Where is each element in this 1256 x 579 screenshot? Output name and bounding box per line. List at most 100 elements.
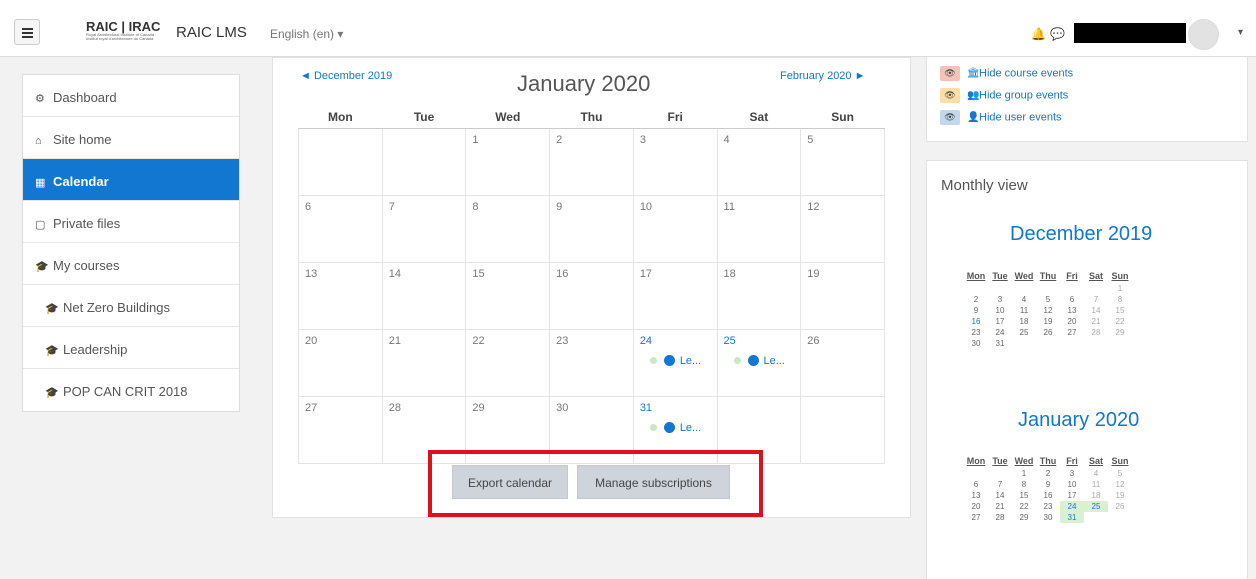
- mini-day-with-event[interactable]: 25: [1084, 501, 1108, 512]
- weekday-header: Sun: [1111, 455, 1129, 466]
- mini-day: 24: [995, 328, 1005, 337]
- mini-day: 17: [995, 317, 1005, 326]
- day-cell[interactable]: 5: [800, 127, 885, 196]
- sidebar-item-site-home[interactable]: ⌂ Site home: [23, 117, 239, 159]
- day-cell[interactable]: 11: [716, 194, 802, 263]
- hide-course-events-toggle[interactable]: 👁 🏛Hide course events: [940, 66, 1073, 81]
- day-cell[interactable]: 15: [465, 261, 551, 330]
- chat-icon[interactable]: 💬: [1050, 27, 1065, 41]
- sidebar-item-private-files[interactable]: ▢ Private files: [23, 201, 239, 243]
- sidebar-item-leadership[interactable]: 🎓 Leadership: [23, 327, 239, 369]
- highlight-box: [428, 450, 763, 517]
- sidebar-item-dashboard[interactable]: ⚙ Dashboard: [23, 75, 239, 117]
- redacted-username[interactable]: [1074, 23, 1186, 43]
- mini-day: 20: [971, 502, 981, 511]
- day-number: 17: [639, 267, 653, 280]
- day-cell[interactable]: 6: [298, 194, 383, 263]
- mini-day[interactable]: 16: [964, 316, 988, 327]
- day-number[interactable]: 31: [640, 402, 711, 416]
- mini-day-with-event[interactable]: 31: [1060, 512, 1084, 523]
- day-number: [305, 134, 376, 148]
- day-number: 12: [807, 200, 820, 213]
- day-number: 28: [388, 401, 401, 414]
- day-cell[interactable]: 13: [298, 261, 383, 330]
- day-cell[interactable]: 21: [381, 328, 467, 397]
- avatar[interactable]: [1188, 19, 1219, 50]
- mini-day: 18: [1091, 491, 1101, 500]
- event-label: Le...: [679, 421, 702, 434]
- sidebar-item-label: Site home: [53, 132, 112, 147]
- day-cell[interactable]: [381, 127, 467, 196]
- day-cell[interactable]: 18: [716, 261, 802, 330]
- day-cell[interactable]: 25 Le...: [716, 328, 802, 397]
- day-cell[interactable]: 19: [800, 261, 885, 330]
- filter-label: Hide group events: [979, 89, 1069, 102]
- sidebar-item-label: Private files: [53, 216, 121, 231]
- mini-day: 13: [971, 491, 981, 500]
- mini-day: [1060, 338, 1084, 349]
- day-cell[interactable]: 26: [800, 328, 885, 397]
- day-cell[interactable]: 3: [632, 127, 718, 196]
- day-number: 3: [639, 133, 646, 146]
- day-cell[interactable]: 16: [549, 261, 634, 330]
- day-number[interactable]: 25: [724, 335, 795, 349]
- day-cell[interactable]: 12: [800, 194, 885, 263]
- next-month-link[interactable]: February 2020 ►: [780, 70, 866, 82]
- day-cell[interactable]: 14: [381, 261, 467, 330]
- weekday-header: Mon: [966, 270, 986, 281]
- mini-day-with-event[interactable]: 24: [1060, 501, 1084, 512]
- event-dot: [733, 357, 741, 365]
- hide-group-events-toggle[interactable]: 👁 👥Hide group events: [940, 88, 1068, 103]
- sidebar-item-label: POP CAN CRIT 2018: [63, 384, 188, 399]
- day-number: 5: [807, 133, 814, 146]
- day-cell[interactable]: 10: [632, 194, 718, 263]
- day-cell[interactable]: 1: [465, 127, 551, 196]
- chevron-down-icon[interactable]: ▾: [1238, 27, 1243, 38]
- graduation-cap-icon: 🎓: [45, 387, 59, 399]
- day-cell[interactable]: 8: [465, 194, 551, 263]
- day-cell[interactable]: [800, 395, 885, 464]
- site-name[interactable]: RAIC LMS: [176, 24, 247, 41]
- day-cell[interactable]: 7: [381, 194, 467, 263]
- mini-day: 27: [971, 513, 981, 522]
- sidebar-item-net-zero-buildings[interactable]: 🎓 Net Zero Buildings: [23, 285, 239, 327]
- day-cell[interactable]: 27: [298, 395, 383, 464]
- day-cell[interactable]: 17: [632, 261, 718, 330]
- day-cell[interactable]: 23: [549, 328, 634, 397]
- weekday-header: Sat: [1088, 455, 1103, 466]
- sidebar-item-my-courses[interactable]: 🎓 My courses: [23, 243, 239, 285]
- day-cell[interactable]: 2: [549, 127, 634, 196]
- mini-day: 23: [1043, 502, 1053, 511]
- day-cell[interactable]: 24 Le...: [632, 328, 718, 397]
- mini-day: 2: [1045, 469, 1051, 478]
- calendar-event[interactable]: Le...: [724, 355, 795, 367]
- sidebar-item-pop-can-crit-2018[interactable]: 🎓 POP CAN CRIT 2018: [23, 369, 239, 411]
- mini-month-title-january[interactable]: January 2020: [1018, 409, 1139, 432]
- day-cell[interactable]: 20: [298, 328, 383, 397]
- calendar-event[interactable]: Le...: [640, 355, 711, 367]
- previous-month-link[interactable]: ◄ December 2019: [300, 70, 392, 82]
- calendar-week-row: 20 21 22 23 24 Le... 25 Le... 26: [298, 328, 885, 397]
- day-number[interactable]: 24: [640, 335, 711, 349]
- graduation-cap-icon: 🎓: [45, 303, 59, 315]
- monthly-view-title: Monthly view: [941, 177, 1028, 194]
- language-menu[interactable]: English (en) ▾: [270, 27, 343, 41]
- mini-month-title-december[interactable]: December 2019: [1010, 223, 1152, 246]
- day-cell[interactable]: 4: [716, 127, 802, 196]
- day-number: 22: [472, 334, 485, 347]
- hide-user-events-toggle[interactable]: 👁 👤Hide user events: [940, 110, 1062, 125]
- mini-day: 15: [1019, 491, 1029, 500]
- mini-day: 11: [1091, 480, 1101, 489]
- calendar-event[interactable]: Le...: [640, 422, 711, 434]
- site-logo[interactable]: RAIC | IRAC Royal Architectural Institut…: [86, 20, 168, 43]
- mini-day: 1: [1117, 284, 1123, 293]
- day-cell[interactable]: [298, 127, 383, 196]
- bell-icon[interactable]: 🔔: [1031, 27, 1046, 41]
- mini-day: 2: [973, 295, 979, 304]
- sidebar-item-calendar[interactable]: ▦ Calendar: [23, 159, 239, 201]
- menu-toggle-button[interactable]: [14, 19, 40, 45]
- day-cell[interactable]: 9: [549, 194, 634, 263]
- day-number: 26: [807, 334, 820, 347]
- mini-day: [1036, 283, 1060, 294]
- day-cell[interactable]: 22: [465, 328, 551, 397]
